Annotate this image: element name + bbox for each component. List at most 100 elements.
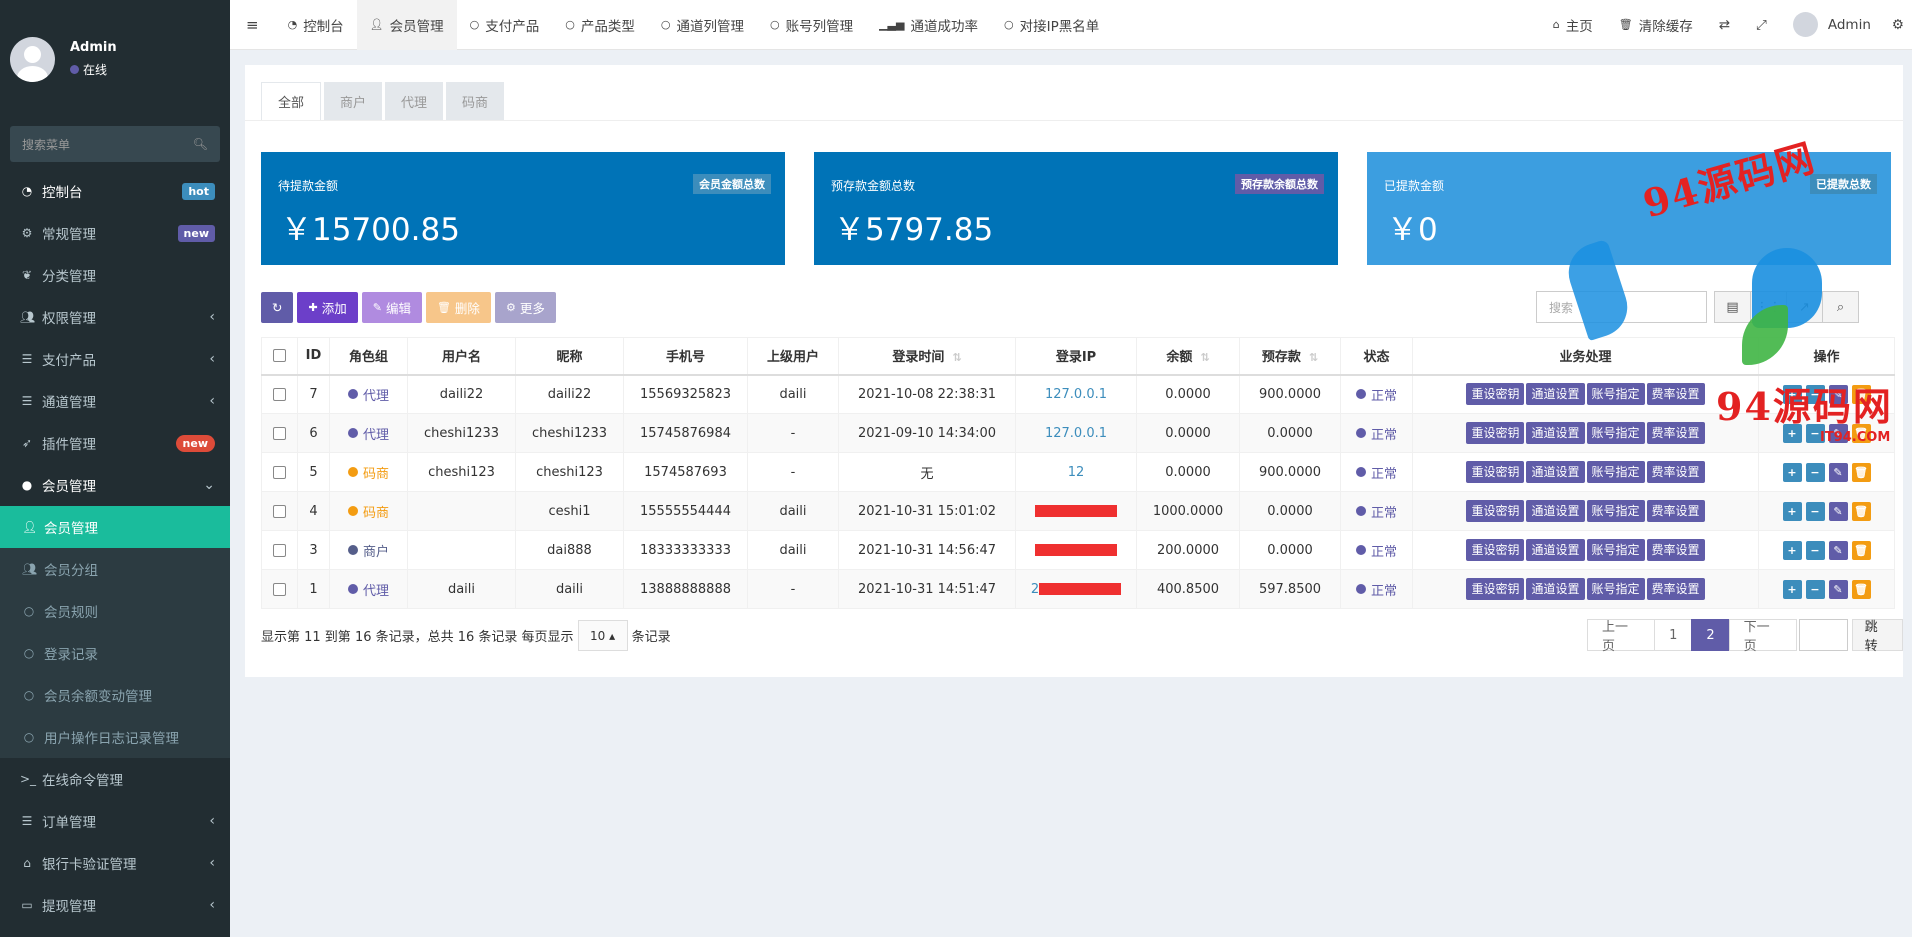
collapse-icon[interactable]: − xyxy=(1805,579,1825,599)
translate-icon[interactable]: ⇄ xyxy=(1706,0,1743,50)
action-button[interactable]: 重设密钥 xyxy=(1466,461,1525,483)
sidebar-item-dashboard[interactable]: ◔ 控制台 hot xyxy=(0,170,230,212)
add-button[interactable]: ✚ 添加 xyxy=(297,292,358,323)
page-2-button[interactable]: 2 xyxy=(1691,619,1730,651)
action-button[interactable]: 重设密钥 xyxy=(1466,383,1525,406)
action-button[interactable]: 账号指定 xyxy=(1586,539,1645,561)
col-id[interactable]: ID xyxy=(297,337,330,376)
edit-icon[interactable]: ✎ xyxy=(1828,579,1848,599)
action-button[interactable]: 费率设置 xyxy=(1646,422,1705,444)
more-button[interactable]: ⚙ 更多 xyxy=(494,292,556,323)
action-button[interactable]: 费率设置 xyxy=(1646,578,1705,600)
clear-cache-button[interactable]: 🗑︎ 清除缓存 xyxy=(1606,0,1706,50)
search-icon[interactable]: 🔍︎ xyxy=(193,137,208,151)
action-button[interactable]: 通道设置 xyxy=(1526,539,1585,561)
edit-button[interactable]: ✎ 编辑 xyxy=(361,292,422,323)
ip-value[interactable]: 127.0.0.1 xyxy=(1045,387,1107,402)
row-checkbox[interactable] xyxy=(261,491,298,531)
col-login-time[interactable]: 登录时间 xyxy=(838,337,1016,376)
next-page-button[interactable]: 下一页 xyxy=(1728,619,1797,654)
tab-success-rate[interactable]: ▁▃▅ 通道成功率 xyxy=(866,0,991,50)
col-deposit[interactable]: 预存款 xyxy=(1239,337,1341,376)
action-button[interactable]: 账号指定 xyxy=(1586,461,1645,483)
avatar[interactable] xyxy=(10,36,55,82)
trash-icon[interactable]: 🗑︎ xyxy=(1851,579,1871,599)
edit-icon[interactable]: ✎ xyxy=(1828,462,1848,482)
sidebar-item-command[interactable]: >_ 在线命令管理 xyxy=(0,758,230,800)
toggle-view-icon[interactable]: ▤ xyxy=(1714,291,1751,323)
action-button[interactable]: 重设密钥 xyxy=(1466,539,1525,561)
tab-product-type[interactable]: ○ 产品类型 xyxy=(552,0,648,50)
trash-icon[interactable]: 🗑︎ xyxy=(1851,540,1871,560)
sidebar-item-member[interactable]: ● 会员管理 ⌄ xyxy=(0,464,230,506)
sidebar-item-bankcard[interactable]: ⌂ 银行卡验证管理 ‹ xyxy=(0,842,230,884)
sidebar-item-withdraw[interactable]: ▭ 提现管理 ‹ xyxy=(0,884,230,926)
jump-page-input[interactable] xyxy=(1798,619,1848,651)
row-checkbox[interactable] xyxy=(261,413,298,453)
action-button[interactable]: 通道设置 xyxy=(1526,578,1585,600)
refresh-button[interactable]: ↻ xyxy=(261,292,294,323)
sidebar-item-pay-product[interactable]: ☰ 支付产品 ‹ xyxy=(0,338,230,380)
sidebar-item-balance-log[interactable]: ○ 会员余额变动管理 xyxy=(0,674,230,716)
ip-value[interactable]: 127.0.0.1 xyxy=(1045,426,1107,441)
settings-gear-icon[interactable]: ⚙ xyxy=(1884,0,1912,50)
per-page-select[interactable]: 10 ▴ xyxy=(577,620,628,651)
expand-icon[interactable]: + xyxy=(1782,501,1802,521)
expand-icon[interactable]: + xyxy=(1782,540,1802,560)
trash-icon[interactable]: 🗑︎ xyxy=(1851,501,1871,521)
row-checkbox[interactable] xyxy=(261,452,298,492)
action-button[interactable]: 重设密钥 xyxy=(1466,500,1525,522)
action-button[interactable]: 费率设置 xyxy=(1646,539,1705,561)
row-checkbox[interactable] xyxy=(261,569,298,609)
filter-tab-merchant[interactable]: 商户 xyxy=(324,82,383,120)
fullscreen-icon[interactable]: ⤢ xyxy=(1743,0,1780,50)
sidebar-item-operation-log[interactable]: ○ 用户操作日志记录管理 xyxy=(0,716,230,758)
action-button[interactable]: 费率设置 xyxy=(1646,500,1705,522)
sidebar-item-auth[interactable]: 👥︎ 权限管理 ‹ xyxy=(0,296,230,338)
row-checkbox[interactable] xyxy=(261,530,298,570)
prev-page-button[interactable]: 上一页 xyxy=(1587,619,1656,654)
filter-tab-code-merchant[interactable]: 码商 xyxy=(446,82,505,120)
search-icon[interactable]: ⌕ xyxy=(1822,291,1859,323)
tab-channel-list[interactable]: ○ 通道列管理 xyxy=(648,0,757,50)
expand-icon[interactable]: + xyxy=(1782,579,1802,599)
menu-toggle-icon[interactable]: ≡ xyxy=(230,0,275,50)
row-checkbox[interactable] xyxy=(261,374,298,414)
action-button[interactable]: 账号指定 xyxy=(1586,500,1645,522)
action-button[interactable]: 通道设置 xyxy=(1526,422,1585,444)
sidebar-item-order[interactable]: ☰ 订单管理 ‹ xyxy=(0,800,230,842)
sidebar-item-member-manage[interactable]: 👤︎ 会员管理 xyxy=(0,506,230,548)
delete-button[interactable]: 🗑︎ 删除 xyxy=(425,292,491,323)
trash-icon[interactable]: 🗑︎ xyxy=(1851,462,1871,482)
tab-member[interactable]: 👤︎ 会员管理 xyxy=(356,0,457,50)
action-button[interactable]: 账号指定 xyxy=(1586,578,1645,600)
filter-tab-all[interactable]: 全部 xyxy=(261,82,322,120)
select-all-checkbox[interactable] xyxy=(261,337,298,376)
tab-ip-blacklist[interactable]: ○ 对接IP黑名单 xyxy=(991,0,1112,50)
edit-icon[interactable]: ✎ xyxy=(1828,540,1848,560)
action-button[interactable]: 通道设置 xyxy=(1526,500,1585,522)
sidebar-item-login-log[interactable]: ○ 登录记录 xyxy=(0,632,230,674)
action-button[interactable]: 账号指定 xyxy=(1586,383,1645,406)
sidebar-item-member-group[interactable]: 👥︎ 会员分组 xyxy=(0,548,230,590)
tab-dashboard[interactable]: ◔ 控制台 xyxy=(275,0,357,50)
home-link[interactable]: ⌂ 主页 xyxy=(1540,0,1606,50)
sidebar-item-general[interactable]: ⚙ 常规管理 new xyxy=(0,212,230,254)
action-button[interactable]: 重设密钥 xyxy=(1466,578,1525,600)
ip-value[interactable]: 12 xyxy=(1068,465,1085,480)
collapse-icon[interactable]: − xyxy=(1805,501,1825,521)
sidebar-item-category[interactable]: ❦ 分类管理 xyxy=(0,254,230,296)
sidebar-item-channel[interactable]: ☰ 通道管理 ‹ xyxy=(0,380,230,422)
sidebar-item-member-rule[interactable]: ○ 会员规则 xyxy=(0,590,230,632)
action-button[interactable]: 费率设置 xyxy=(1646,461,1705,483)
sidebar-item-addon[interactable]: ➶ 插件管理 new xyxy=(0,422,230,464)
col-balance[interactable]: 余额 xyxy=(1136,337,1240,376)
collapse-icon[interactable]: − xyxy=(1805,462,1825,482)
tab-account-list[interactable]: ○ 账号列管理 xyxy=(757,0,866,50)
sidebar-search-input[interactable]: 搜索菜单 🔍︎ xyxy=(10,126,220,162)
action-button[interactable]: 通道设置 xyxy=(1526,383,1585,406)
tab-pay-product[interactable]: ○ 支付产品 xyxy=(457,0,553,50)
edit-icon[interactable]: ✎ xyxy=(1828,501,1848,521)
action-button[interactable]: 费率设置 xyxy=(1646,383,1705,406)
jump-button[interactable]: 跳转 xyxy=(1851,619,1903,654)
